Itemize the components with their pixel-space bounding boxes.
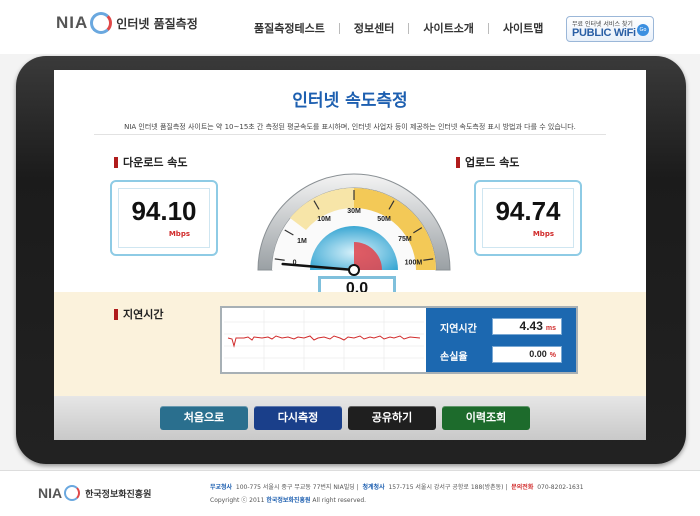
speed-gauge: 01M10M30M50M75M100M — [257, 173, 451, 276]
latency-section-label-text: 지연시간 — [123, 308, 164, 321]
history-button[interactable]: 이력조회 — [442, 406, 530, 430]
download-speed-unit: Mbps — [168, 230, 190, 238]
latency-panel: 지연시간 4.43 ms 손실율 0.00% — [220, 306, 578, 374]
copyright-org: 한국정보화진흥원 — [266, 497, 311, 504]
loss-value-box: 0.00% — [492, 346, 562, 363]
branch-label: 청계청사 — [362, 484, 385, 491]
contact-number: 070-8202-1631 — [537, 484, 584, 491]
upload-label: 업로드 속도 — [456, 154, 519, 170]
page-description: NIA 인터넷 품질측정 사이트는 약 10~15초 간 측정된 평균속도를 표… — [124, 123, 576, 131]
download-label: 다운로드 속도 — [114, 154, 188, 170]
main-nav: 품질측정테스트 정보센터 사이트소개 사이트맵 — [240, 20, 557, 36]
upload-label-text: 업로드 속도 — [465, 156, 520, 169]
loss-unit: % — [549, 352, 556, 359]
logo-text: 인터넷 품질측정 — [116, 16, 198, 31]
gauge-tick-label: 10M — [317, 216, 331, 223]
label-marker — [114, 308, 118, 320]
nav-sitemap[interactable]: 사이트맵 — [489, 20, 557, 36]
site-logo[interactable]: NIA 인터넷 품질측정 — [56, 12, 198, 34]
latency-trace — [227, 335, 421, 348]
gauge-tick-label: 1M — [297, 238, 307, 245]
speed-test-screen: 인터넷 속도측정 NIA 인터넷 품질측정 사이트는 약 10~15초 간 측정… — [54, 70, 646, 440]
branch-address: 157-715 서울시 강서구 공항로 188(방촌동) — [388, 484, 504, 491]
nav-site-intro[interactable]: 사이트소개 — [409, 20, 488, 36]
public-wifi-banner[interactable]: 무료 인터넷 서비스 찾기 PUBLIC WiFi Go — [566, 16, 654, 42]
latency-graph — [224, 310, 424, 370]
upload-speed-box: 94.74 Mbps — [474, 180, 582, 256]
nav-quality-test[interactable]: 품질측정테스트 — [240, 20, 339, 36]
contact-label: 문의전화 — [511, 484, 534, 491]
latency-value: 4.43 — [519, 319, 543, 333]
hq-label: 무교청사 — [210, 484, 233, 491]
latency-info-panel: 지연시간 4.43 ms 손실율 0.00% — [426, 308, 576, 372]
footer-address-line: 무교청사 100-775 서울시 중구 무교동 77번지 NIA빌딩 | 청계청… — [210, 484, 584, 491]
footer-copyright: Copyright ⓒ 2011 한국정보화진흥원 All right rese… — [210, 495, 366, 504]
download-speed-value: 94.10 — [131, 196, 197, 226]
nav-info-center[interactable]: 정보센터 — [340, 20, 408, 36]
site-footer: NIA 한국정보화진흥원 무교청사 100-775 서울시 중구 무교동 77번… — [0, 470, 700, 516]
gauge-tick-label: 30M — [347, 208, 361, 215]
footer-logo[interactable]: NIA 한국정보화진흥원 — [38, 485, 151, 501]
download-label-text: 다운로드 속도 — [123, 156, 188, 169]
label-marker — [456, 156, 460, 168]
gauge-tick-label: 100M — [405, 260, 423, 267]
gauge-tick-label: 50M — [377, 216, 391, 223]
latency-value-box: 4.43 ms — [492, 318, 562, 335]
copyright-prefix: Copyright ⓒ 2011 — [210, 497, 265, 504]
wifi-banner-title: PUBLIC WiFi — [572, 27, 636, 39]
logo-swirl-icon — [90, 12, 113, 34]
latency-unit: ms — [545, 325, 556, 332]
copyright-suffix: All right reserved. — [312, 497, 367, 504]
label-marker — [114, 156, 118, 168]
loss-label: 손실율 — [440, 352, 468, 363]
footer-org-name: 한국정보화진흥원 — [85, 489, 152, 500]
latency-grid — [224, 310, 424, 370]
share-button[interactable]: 공유하기 — [348, 406, 436, 430]
download-speed-box: 94.10 Mbps — [110, 180, 218, 256]
wifi-go-icon: Go — [637, 24, 649, 36]
gauge-tick-label: 75M — [398, 236, 412, 243]
retest-button[interactable]: 다시측정 — [254, 406, 342, 430]
upload-speed-value: 94.74 — [495, 196, 561, 226]
footer-logo-swirl-icon — [64, 485, 81, 501]
latency-section-label: 지연시간 — [114, 306, 163, 322]
upload-speed-unit: Mbps — [532, 230, 554, 238]
site-header: NIA 인터넷 품질측정 품질측정테스트 정보센터 사이트소개 사이트맵 무료 … — [0, 0, 700, 54]
footer-logo-mark: NIA — [38, 485, 63, 501]
latency-label: 지연시간 — [440, 324, 477, 335]
action-bar: 처음으로 다시측정 공유하기 이력조회 — [54, 396, 646, 440]
loss-value: 0.00 — [529, 349, 547, 359]
page-title: 인터넷 속도측정 — [292, 91, 408, 111]
logo-mark: NIA — [56, 13, 89, 32]
gauge-needle-pivot — [348, 264, 360, 276]
description-divider — [94, 134, 606, 135]
hq-address: 100-775 서울시 중구 무교동 77번지 NIA빌딩 — [235, 484, 355, 491]
home-button[interactable]: 처음으로 — [160, 406, 248, 430]
